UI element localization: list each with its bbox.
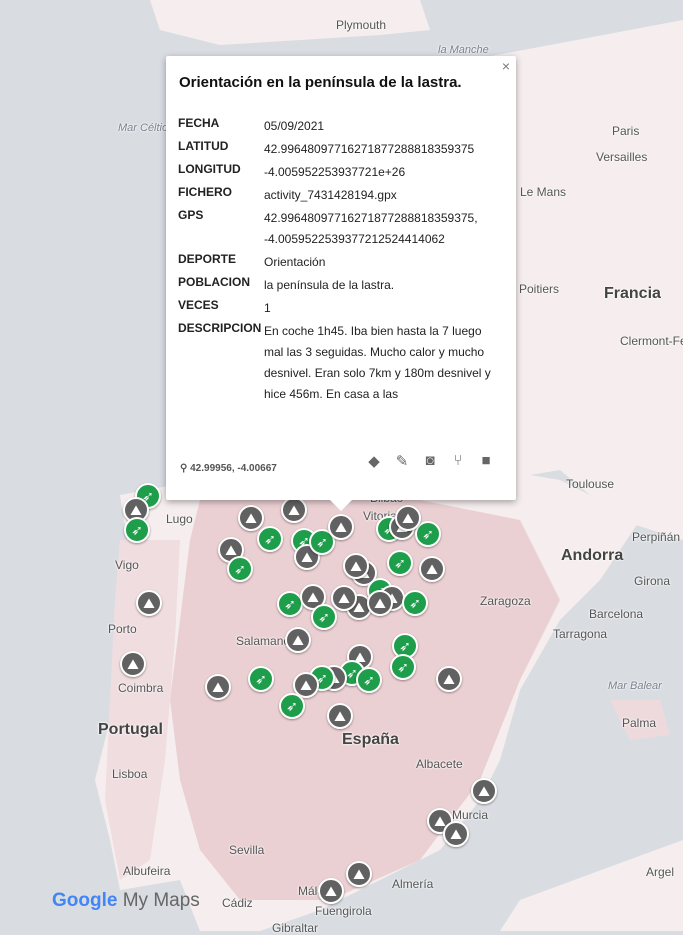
- field-value: la península de la lastra.: [264, 278, 395, 292]
- field-key: DESCRIPCION: [178, 321, 262, 335]
- field-key: LATITUD: [178, 139, 229, 153]
- running-marker-icon[interactable]: ➶: [402, 590, 428, 616]
- field-key: GPS: [178, 208, 204, 222]
- popup-title: Orientación en la península de la lastra…: [179, 74, 462, 91]
- hiking-marker-icon[interactable]: ⛰: [281, 497, 307, 523]
- place-label: Barcelona: [589, 607, 644, 621]
- paint-bucket-icon[interactable]: ◆: [364, 452, 384, 472]
- pin-icon: ⚲: [180, 463, 191, 474]
- place-label: Francia: [604, 285, 661, 302]
- place-label: Clermont-Ferr: [620, 334, 683, 348]
- place-label: la Manche: [438, 44, 489, 56]
- field-key: DEPORTE: [178, 252, 237, 266]
- field-key: LONGITUD: [178, 162, 241, 176]
- place-label: Le Mans: [520, 185, 567, 199]
- place-label: Mar Céltic: [118, 122, 168, 134]
- field-value: 1: [264, 301, 271, 315]
- route-icon[interactable]: ⑂: [448, 452, 468, 472]
- hiking-marker-icon[interactable]: ⛰: [343, 553, 369, 579]
- place-label: Gibraltar: [272, 921, 319, 935]
- coordinates-text: 42.99956, -4.00667: [190, 463, 277, 474]
- hiking-marker-icon[interactable]: ⛰: [419, 556, 445, 582]
- hiking-marker-icon[interactable]: ⛰: [136, 590, 162, 616]
- hiking-marker-icon[interactable]: ⛰: [318, 878, 344, 904]
- camera-icon[interactable]: ◙: [420, 452, 440, 472]
- hiking-marker-icon[interactable]: ⛰: [367, 590, 393, 616]
- hiking-marker-icon[interactable]: ⛰: [327, 703, 353, 729]
- running-marker-icon[interactable]: ➶: [311, 604, 337, 630]
- running-marker-icon[interactable]: ➶: [390, 654, 416, 680]
- field-key: FECHA: [178, 116, 220, 130]
- field-key: FICHERO: [178, 185, 232, 199]
- hiking-marker-icon[interactable]: ⛰: [395, 505, 421, 531]
- trash-icon[interactable]: ■: [476, 452, 496, 472]
- place-label: Fuengirola: [315, 904, 372, 918]
- place-label: Tarragona: [553, 627, 608, 641]
- place-label: Lugo: [166, 512, 193, 526]
- place-label: Versailles: [596, 150, 648, 164]
- running-marker-icon[interactable]: ➶: [356, 667, 382, 693]
- place-label: Portugal: [98, 721, 163, 738]
- place-label: Perpiñán: [632, 530, 681, 544]
- hiking-marker-icon[interactable]: ⛰: [443, 821, 469, 847]
- field-value: 42.99648097716271877288818359375: [264, 142, 475, 156]
- running-marker-icon[interactable]: ➶: [387, 550, 413, 576]
- place-label: Poitiers: [519, 282, 560, 296]
- field-value: activity_7431428194.gpx: [264, 188, 397, 202]
- running-marker-icon[interactable]: ➶: [227, 556, 253, 582]
- popup-toolbar: ◆ ✎ ◙ ⑂ ■: [364, 452, 496, 472]
- place-label: España: [342, 731, 399, 748]
- place-label: Sevilla: [229, 843, 265, 857]
- google-wordmark: Google: [52, 890, 118, 911]
- place-label: Coimbra: [118, 681, 164, 695]
- hiking-marker-icon[interactable]: ⛰: [238, 505, 264, 531]
- place-label: Vigo: [115, 558, 139, 572]
- place-label: Cádiz: [222, 896, 253, 910]
- hiking-marker-icon[interactable]: ⛰: [346, 861, 372, 887]
- place-label: Murcia: [452, 808, 489, 822]
- close-icon[interactable]: ×: [502, 58, 510, 74]
- field-value: -4.005952253937721e+26: [264, 165, 406, 179]
- field-value: En coche 1h45. Iba bien hasta la 7 luego…: [264, 324, 491, 401]
- hiking-marker-icon[interactable]: ⛰: [285, 627, 311, 653]
- mymaps-wordmark: My Maps: [122, 890, 200, 911]
- field-value: 42.99648097716271877288818359375, -4.005…: [264, 211, 478, 246]
- place-label: Zaragoza: [480, 594, 531, 608]
- place-label: Toulouse: [566, 477, 615, 491]
- field-key: VECES: [178, 298, 219, 312]
- place-label: Plymouth: [336, 18, 387, 32]
- running-marker-icon[interactable]: ➶: [257, 526, 283, 552]
- place-label: Albacete: [416, 757, 463, 771]
- running-marker-icon[interactable]: ➶: [248, 666, 274, 692]
- place-label: Argel: [646, 865, 675, 879]
- hiking-marker-icon[interactable]: ⛰: [205, 674, 231, 700]
- hiking-marker-icon[interactable]: ⛰: [436, 666, 462, 692]
- place-label: Porto: [108, 622, 137, 636]
- info-window-tail: [329, 499, 353, 511]
- hiking-marker-icon[interactable]: ⛰: [328, 514, 354, 540]
- place-label: Palma: [622, 716, 657, 730]
- place-label: Almería: [392, 877, 434, 891]
- running-marker-icon[interactable]: ➶: [124, 517, 150, 543]
- field-key: POBLACION: [178, 275, 250, 289]
- place-label: Mar Balear: [608, 680, 662, 692]
- hiking-marker-icon[interactable]: ⛰: [331, 585, 357, 611]
- running-marker-icon[interactable]: ➶: [279, 693, 305, 719]
- field-value: 05/09/2021: [264, 119, 325, 133]
- pencil-icon[interactable]: ✎: [392, 452, 412, 472]
- place-label: Paris: [612, 124, 640, 138]
- coordinates-readout: ⚲ 42.99956, -4.00667: [180, 463, 277, 474]
- hiking-marker-icon[interactable]: ⛰: [120, 651, 146, 677]
- hiking-marker-icon[interactable]: ⛰: [471, 778, 497, 804]
- place-label: Girona: [634, 574, 671, 588]
- google-my-maps-logo: Google My Maps: [52, 890, 200, 912]
- place-label: Andorra: [561, 547, 624, 564]
- info-window: × Orientación en la península de la last…: [166, 56, 516, 500]
- place-label: Albufeira: [123, 864, 171, 878]
- field-value: Orientación: [264, 255, 326, 269]
- place-label: Lisboa: [112, 767, 148, 781]
